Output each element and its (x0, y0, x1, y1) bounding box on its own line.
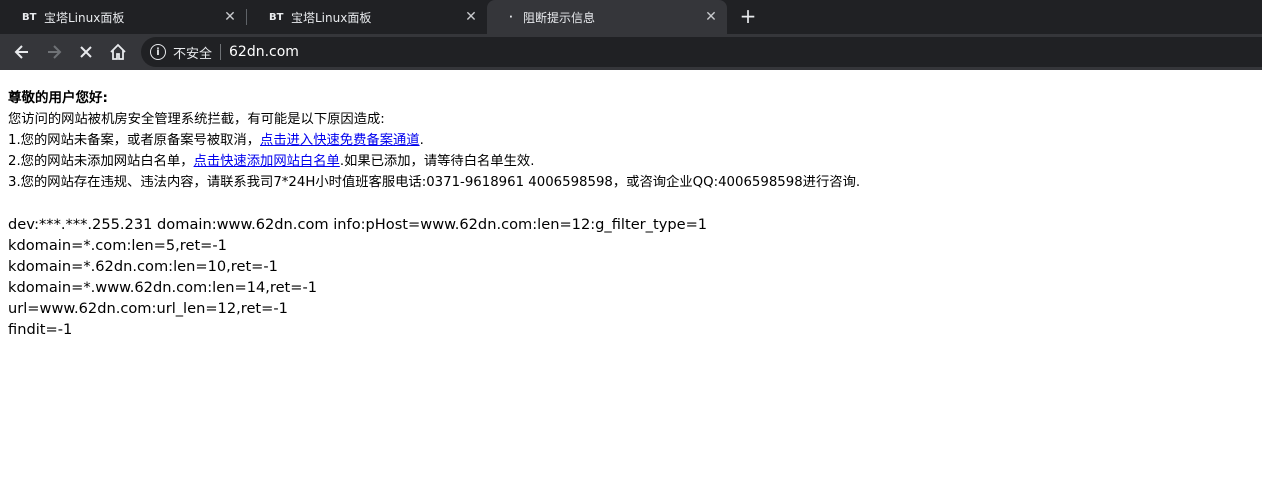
reason-1: 1.您的网站未备案，或者原备案号被取消，点击进入快速免费备案通道. (8, 130, 1262, 151)
info-icon[interactable]: i (150, 44, 166, 60)
browser-tab[interactable]: BT 宝塔Linux面板 ✕ (247, 0, 487, 34)
filing-channel-link[interactable]: 点击进入快速免费备案通道 (260, 133, 420, 148)
security-status[interactable]: 不安全 (173, 43, 212, 62)
stop-loading-icon[interactable] (76, 42, 96, 62)
back-arrow-icon[interactable] (12, 42, 32, 62)
loading-favicon-icon: · (509, 11, 513, 23)
close-icon[interactable]: ✕ (222, 9, 238, 25)
tab-title: 宝塔Linux面板 (291, 10, 372, 25)
debug-line: kdomain=*.62dn.com:len=10,ret=-1 (8, 258, 278, 275)
address-divider (220, 44, 222, 60)
url-text[interactable]: 62dn.com (229, 44, 299, 60)
browser-toolbar: i 不安全 62dn.com (0, 34, 1262, 70)
forward-arrow-icon[interactable] (44, 42, 64, 62)
notice-intro: 您访问的网站被机房安全管理系统拦截，有可能是以下原因造成: (8, 112, 385, 127)
reason-2-suffix: .如果已添加，请等待白名单生效. (339, 154, 535, 169)
debug-line: kdomain=*.www.62dn.com:len=14,ret=-1 (8, 279, 318, 296)
reason-1-text: 1.您的网站未备案，或者原备案号被取消， (8, 133, 261, 148)
browser-tab[interactable]: BT 宝塔Linux面板 ✕ (0, 0, 246, 34)
debug-line: findit=-1 (8, 321, 73, 338)
bt-favicon-icon: BT (269, 11, 284, 23)
debug-line: dev:***.***.255.231 domain:www.62dn.com … (8, 216, 708, 233)
debug-line: kdomain=*.com:len=5,ret=-1 (8, 237, 227, 254)
bt-favicon-icon: BT (22, 11, 37, 23)
close-icon[interactable]: ✕ (703, 9, 719, 25)
reason-1-suffix: . (419, 133, 424, 148)
debug-info: dev:***.***.255.231 domain:www.62dn.com … (8, 214, 1262, 340)
greeting: 尊敬的用户您好: (8, 90, 108, 106)
address-bar[interactable]: i 不安全 62dn.com (141, 37, 1262, 67)
reason-2: 2.您的网站未添加网站白名单，点击快速添加网站白名单.如果已添加，请等待白名单生… (8, 151, 1262, 172)
debug-line: url=www.62dn.com:url_len=12,ret=-1 (8, 300, 288, 317)
block-notice: 尊敬的用户您好: 您访问的网站被机房安全管理系统拦截，有可能是以下原因造成: 1… (8, 88, 1262, 193)
browser-tab-active[interactable]: · 阻断提示信息 ✕ (487, 0, 727, 34)
reason-2-text: 2.您的网站未添加网站白名单， (8, 154, 194, 169)
tab-title: 宝塔Linux面板 (44, 10, 125, 25)
tab-title: 阻断提示信息 (523, 10, 596, 25)
plus-icon[interactable]: + (738, 6, 758, 26)
whitelist-link[interactable]: 点击快速添加网站白名单 (194, 154, 340, 169)
tab-strip: BT 宝塔Linux面板 ✕ BT 宝塔Linux面板 ✕ · 阻断提示信息 ✕… (0, 0, 1262, 34)
reason-3: 3.您的网站存在违规、违法内容，请联系我司7*24H小时值班客服电话:0371-… (8, 175, 861, 190)
home-icon[interactable] (108, 42, 128, 62)
close-icon[interactable]: ✕ (463, 9, 479, 25)
page-content: 尊敬的用户您好: 您访问的网站被机房安全管理系统拦截，有可能是以下原因造成: 1… (8, 88, 1262, 340)
